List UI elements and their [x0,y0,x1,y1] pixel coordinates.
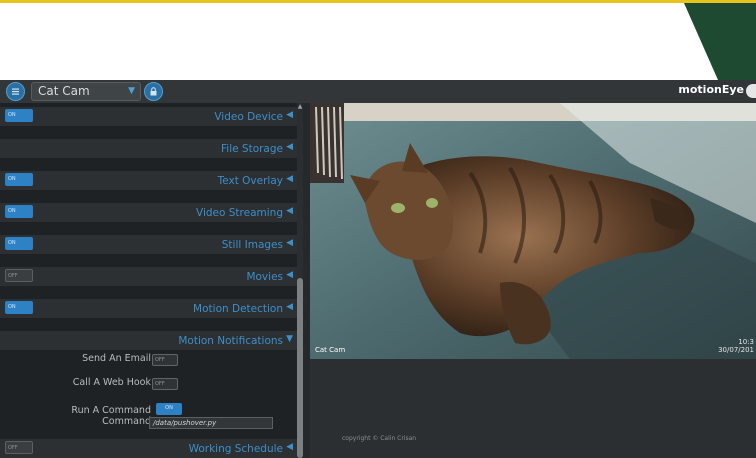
send-email-label: Send An Email [82,353,151,364]
settings-icon[interactable] [746,84,756,98]
section-working-schedule[interactable]: OFF Working Schedule ◀ [0,435,297,458]
menu-icon [12,88,19,95]
section-title: Video Device [214,111,283,123]
section-still-images[interactable]: ON Still Images ◀ [0,231,297,261]
corner-decoration [684,3,756,80]
video-footer-area [310,359,756,458]
web-hook-label: Call A Web Hook [72,377,151,388]
chevron-left-icon: ◀ [286,142,293,152]
settings-scrollbar[interactable]: ▲ [297,103,303,458]
run-command-toggle[interactable]: ON [156,403,182,415]
chevron-down-icon: ▼ [128,86,135,96]
section-video-device[interactable]: ON Video Device ◀ [0,103,297,133]
section-video-streaming[interactable]: ON Video Streaming ◀ [0,199,297,229]
section-text-overlay[interactable]: ON Text Overlay ◀ [0,167,297,197]
motion-detection-toggle[interactable]: ON [5,301,33,314]
chevron-left-icon: ◀ [286,270,293,280]
section-title: File Storage [221,143,283,155]
text-overlay-toggle[interactable]: ON [5,173,33,186]
chevron-left-icon: ◀ [286,302,293,312]
command-input[interactable]: /data/pushover.py [149,417,273,429]
camera-image [310,103,756,359]
chevron-left-icon: ◀ [286,442,293,452]
overlay-date: 30/07/201 [718,346,754,354]
chevron-left-icon: ◀ [286,238,293,248]
movies-toggle[interactable]: OFF [5,269,33,282]
chevron-left-icon: ◀ [286,174,293,184]
section-title: Movies [246,271,283,283]
send-email-toggle[interactable]: OFF [152,354,178,366]
still-images-toggle[interactable]: ON [5,237,33,250]
chevron-down-icon: ▼ [286,334,293,344]
section-title: Still Images [221,239,283,251]
section-title: Motion Detection [193,303,283,315]
section-title: Text Overlay [217,175,283,187]
copyright-text: copyright © Calin Crisan [342,435,417,442]
run-command-label: Run A Command [71,405,151,416]
motioneye-app: Cat Cam ▼ motionEye ON Video Device ◀ Fi… [0,80,756,458]
camera-frame[interactable]: Cat Cam 10:3 30/07/201 [310,103,756,359]
section-title: Motion Notifications [178,335,283,347]
camera-select-value: Cat Cam [38,84,90,98]
section-title: Video Streaming [196,207,283,219]
camera-select[interactable]: Cat Cam ▼ [31,82,141,101]
section-file-storage[interactable]: File Storage ◀ [0,135,297,165]
lock-button[interactable] [144,82,163,101]
scroll-thumb[interactable] [297,278,303,458]
chevron-left-icon: ◀ [286,110,293,120]
scroll-up-icon[interactable]: ▲ [297,103,303,111]
video-device-toggle[interactable]: ON [5,109,33,122]
working-schedule-toggle[interactable]: OFF [5,441,33,454]
video-streaming-toggle[interactable]: ON [5,205,33,218]
menu-button[interactable] [6,82,25,101]
overlay-time: 10:3 [738,338,754,346]
top-bar: Cat Cam ▼ motionEye [0,80,756,103]
settings-panel: ON Video Device ◀ File Storage ◀ ON Text… [0,103,303,458]
overlay-camera-name: Cat Cam [315,346,346,354]
section-title: Working Schedule [188,443,283,455]
section-motion-detection[interactable]: ON Motion Detection ◀ [0,295,297,325]
command-label: Command [102,416,151,427]
web-hook-toggle[interactable]: OFF [152,378,178,390]
section-movies[interactable]: OFF Movies ◀ [0,263,297,293]
chevron-left-icon: ◀ [286,206,293,216]
lock-icon [150,87,157,96]
overlay-timestamp: 10:3 30/07/201 [718,338,754,354]
brand-title: motionEye [678,83,744,96]
